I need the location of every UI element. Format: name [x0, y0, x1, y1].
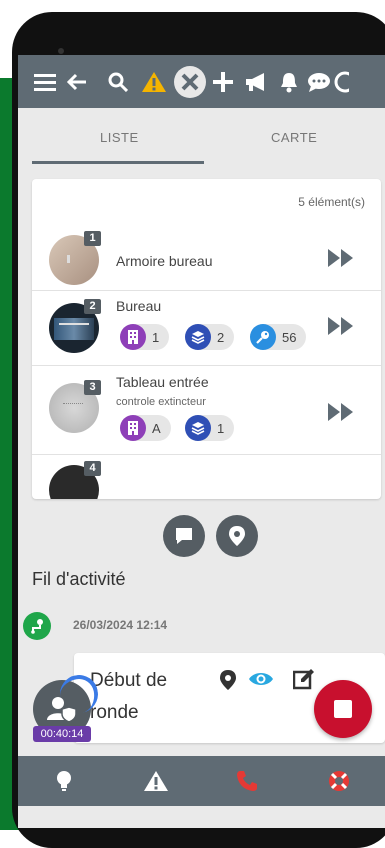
lifebuoy-icon[interactable] — [293, 769, 385, 793]
item-number-badge: 4 — [84, 461, 101, 476]
chip-value: 56 — [282, 329, 297, 345]
fast-forward-icon[interactable] — [328, 401, 354, 427]
layers-icon — [185, 415, 211, 441]
add-icon[interactable] — [208, 55, 238, 108]
fast-forward-icon[interactable] — [328, 315, 354, 341]
tab-bar: LISTE CARTE — [18, 108, 385, 166]
list-item[interactable]: 3 Tableau entrée controle extincteur A 1 — [32, 366, 381, 455]
key-icon — [250, 324, 276, 350]
level-chip: 1 — [185, 415, 235, 441]
item-number-badge: 1 — [84, 231, 101, 246]
map-pin-icon[interactable] — [220, 670, 236, 695]
alert-triangle-icon[interactable] — [110, 770, 202, 792]
tools-icon[interactable] — [172, 55, 208, 108]
round-timer: 00:40:14 — [33, 726, 91, 742]
fast-forward-icon[interactable] — [328, 247, 354, 273]
building-icon — [120, 415, 146, 441]
building-chip: A — [120, 415, 171, 441]
item-title: Bureau — [116, 298, 162, 314]
chat-icon[interactable] — [304, 55, 334, 108]
item-number-badge: 3 — [84, 380, 101, 395]
chip-value: 1 — [152, 329, 160, 345]
warning-icon[interactable] — [136, 55, 172, 108]
lightbulb-icon[interactable] — [18, 770, 110, 792]
chip-value: 2 — [217, 329, 225, 345]
back-arrow-icon[interactable] — [60, 55, 94, 108]
equipment-list: 5 élément(s) 1 Armoire bureau 2 Bureau 1… — [32, 179, 381, 499]
more-icon[interactable] — [334, 55, 349, 108]
bottom-action-bar — [18, 756, 385, 806]
comment-button[interactable] — [163, 515, 205, 557]
list-item[interactable]: 4 — [32, 455, 381, 499]
tab-active-indicator — [32, 161, 204, 164]
tab-list[interactable]: LISTE — [100, 130, 139, 145]
activity-card-title: Début de ronde — [90, 670, 168, 723]
app-screen: LISTE CARTE 5 élément(s) 1 Armoire burea… — [18, 55, 385, 828]
bell-icon[interactable] — [274, 55, 304, 108]
eye-icon[interactable] — [248, 670, 274, 693]
activity-feed-title: Fil d'activité — [32, 569, 126, 589]
item-number-badge: 2 — [84, 299, 101, 314]
tab-map[interactable]: CARTE — [271, 130, 317, 145]
building-icon — [120, 324, 146, 350]
key-chip: 56 — [250, 324, 307, 350]
megaphone-icon[interactable] — [238, 55, 274, 108]
item-subtitle: controle extincteur — [116, 396, 206, 408]
phone-icon[interactable] — [202, 770, 294, 792]
location-button[interactable] — [216, 515, 258, 557]
chip-value: A — [152, 420, 161, 436]
list-item[interactable]: 1 Armoire bureau — [32, 229, 381, 291]
search-icon[interactable] — [100, 55, 136, 108]
item-title: Armoire bureau — [116, 253, 213, 269]
level-chip: 2 — [185, 324, 235, 350]
camera-dot — [58, 48, 64, 54]
activity-date: 26/03/2024 12:14 — [73, 618, 168, 632]
list-item[interactable]: 2 Bureau 1 2 56 — [32, 291, 381, 366]
route-icon — [23, 612, 51, 640]
building-chip: 1 — [120, 324, 170, 350]
item-title: Tableau entrée — [116, 374, 209, 390]
edit-icon[interactable] — [292, 668, 315, 695]
chip-value: 1 — [217, 420, 225, 436]
top-toolbar — [18, 55, 385, 108]
layers-icon — [185, 324, 211, 350]
stop-button[interactable] — [314, 680, 372, 738]
item-count: 5 élément(s) — [298, 195, 365, 209]
menu-icon[interactable] — [30, 55, 60, 108]
